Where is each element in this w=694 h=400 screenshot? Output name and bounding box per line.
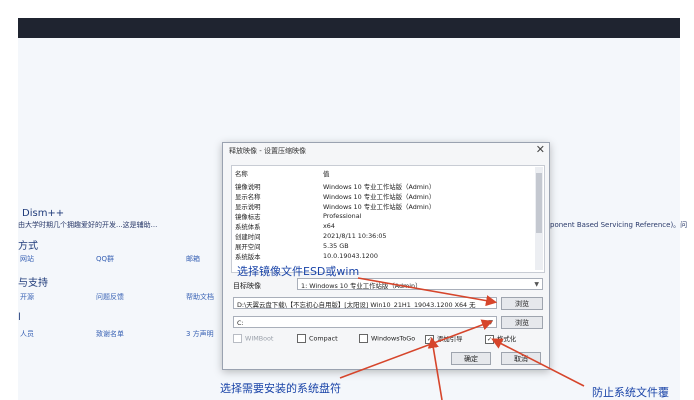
arrow-to-add-boot [427,336,443,400]
arrow-to-format [491,338,585,387]
arrow-to-drive [339,319,493,379]
arrow-to-browse [357,277,498,307]
annotation-arrows [339,277,585,400]
